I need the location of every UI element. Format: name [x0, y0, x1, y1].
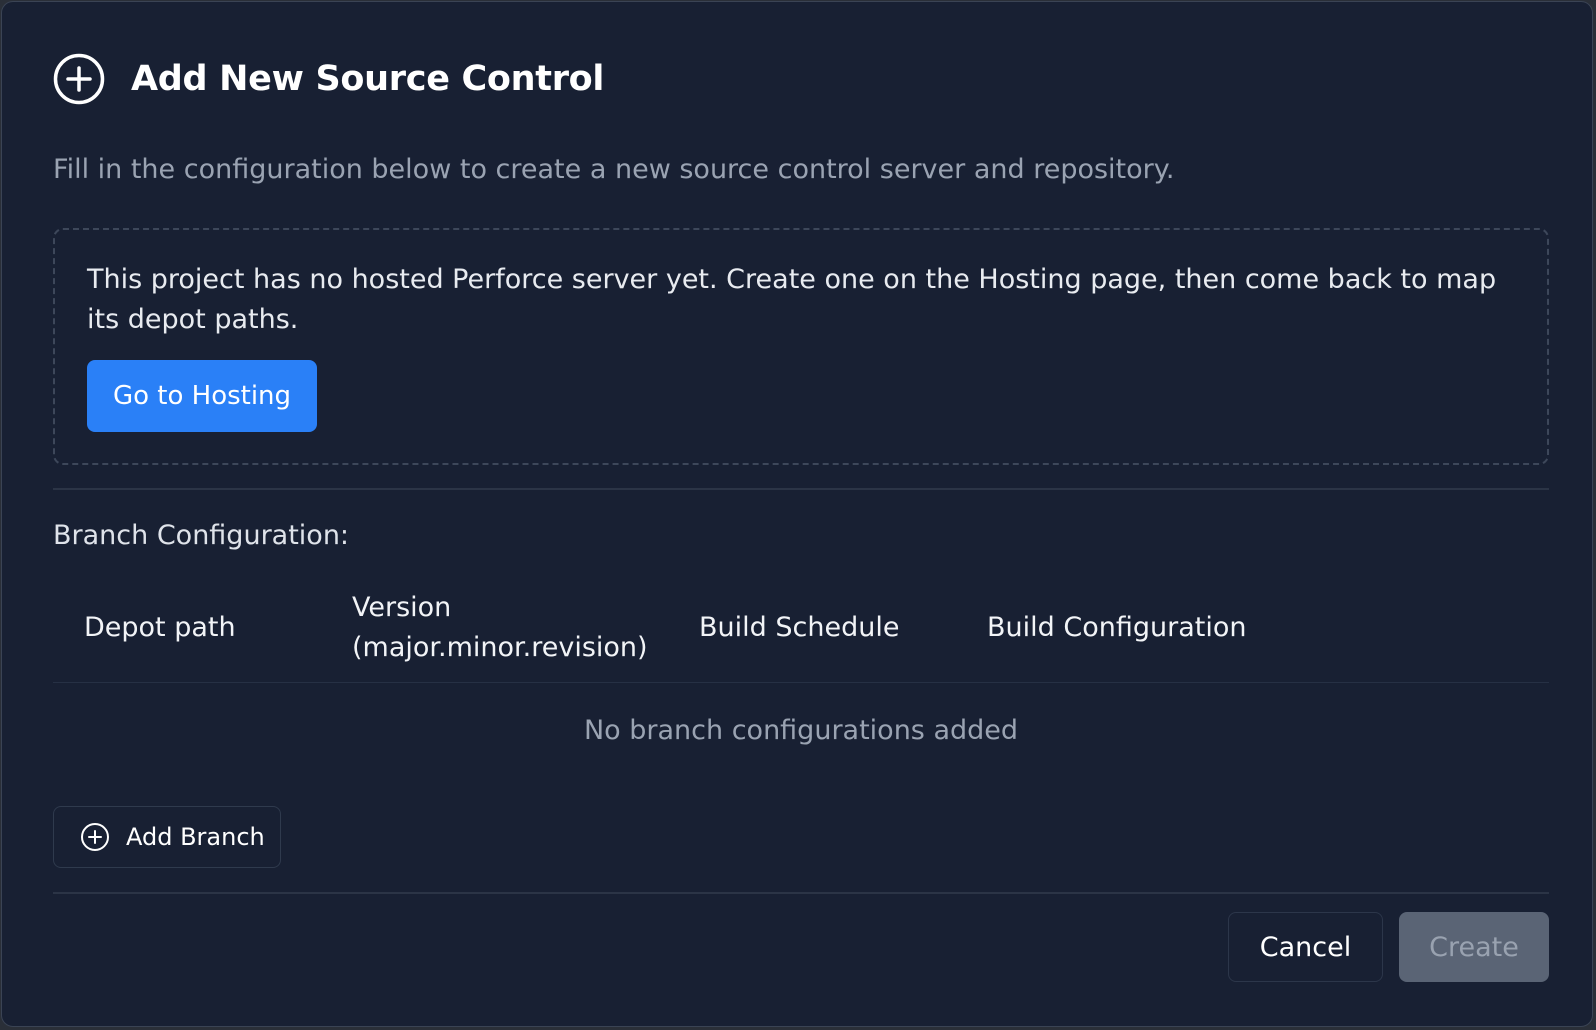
column-header-build-schedule: Build Schedule: [699, 612, 900, 643]
create-button[interactable]: Create: [1399, 912, 1549, 982]
dialog-subtitle: Fill in the configuration below to creat…: [53, 154, 1175, 185]
hosting-notice-text: This project has no hosted Perforce serv…: [87, 264, 1497, 335]
add-branch-label: Add Branch: [126, 823, 265, 851]
column-header-build-configuration: Build Configuration: [987, 612, 1247, 643]
cancel-button[interactable]: Cancel: [1228, 912, 1383, 982]
branch-configuration-label: Branch Configuration:: [53, 520, 350, 551]
add-branch-button[interactable]: Add Branch: [53, 806, 281, 868]
hosting-notice: This project has no hosted Perforce serv…: [53, 228, 1549, 465]
footer-divider: [53, 892, 1549, 894]
add-source-control-dialog: Add New Source Control Fill in the confi…: [1, 1, 1593, 1027]
dialog-header: Add New Source Control: [53, 53, 604, 105]
empty-branches-message: No branch configurations added: [583, 715, 1019, 746]
table-header-divider: [53, 682, 1549, 683]
column-header-version: Version (major.minor.revision): [352, 588, 648, 668]
dialog-title: Add New Source Control: [131, 59, 605, 99]
plus-circle-icon: [53, 53, 105, 105]
go-to-hosting-button[interactable]: Go to Hosting: [87, 360, 317, 432]
column-header-depot-path: Depot path: [84, 612, 236, 643]
section-divider: [53, 488, 1549, 490]
column-header-version-line1: Version: [352, 592, 452, 623]
column-header-version-line2: (major.minor.revision): [352, 632, 648, 663]
plus-circle-icon: [81, 823, 109, 851]
